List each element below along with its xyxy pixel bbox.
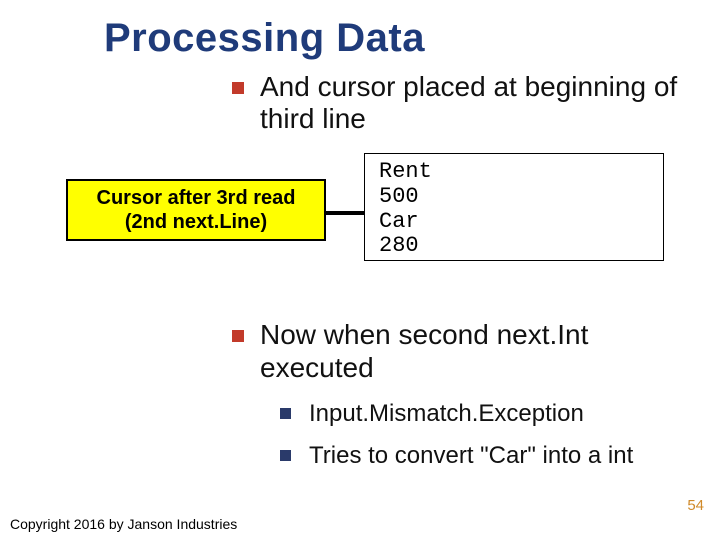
cursor-callout-box: Cursor after 3rd read (2nd next.Line)	[66, 179, 326, 241]
code-line: Car	[379, 209, 419, 234]
sub-bullet-item: Input.Mismatch.Exception	[280, 400, 696, 428]
dark-square-bullet-icon	[280, 408, 291, 419]
sub-bullet-text: Tries to convert "Car" into a int	[309, 442, 633, 470]
code-line: Rent	[379, 159, 432, 184]
bullet-text: Now when second next.Int executed	[260, 319, 696, 383]
copyright-text: Copyright 2016 by Janson Industries	[10, 516, 237, 532]
code-line: 280	[379, 233, 419, 258]
red-square-bullet-icon	[232, 82, 244, 94]
bullet-text: And cursor placed at beginning of third …	[260, 71, 696, 135]
bullet-item: And cursor placed at beginning of third …	[232, 71, 696, 135]
sub-bullet-text: Input.Mismatch.Exception	[309, 400, 584, 428]
diagram: Cursor after 3rd read (2nd next.Line) Re…	[24, 153, 696, 283]
red-square-bullet-icon	[232, 330, 244, 342]
bullet-item: Now when second next.Int executed	[232, 319, 696, 383]
data-file-box: Rent 500 Car 280	[364, 153, 664, 261]
slide: Processing Data And cursor placed at beg…	[0, 0, 720, 540]
page-number: 54	[687, 497, 704, 514]
slide-title: Processing Data	[104, 16, 696, 61]
callout-line-2: (2nd next.Line)	[125, 210, 267, 234]
callout-line-1: Cursor after 3rd read	[97, 186, 296, 210]
sub-bullet-item: Tries to convert "Car" into a int	[280, 442, 696, 470]
code-line: 500	[379, 184, 419, 209]
dark-square-bullet-icon	[280, 450, 291, 461]
